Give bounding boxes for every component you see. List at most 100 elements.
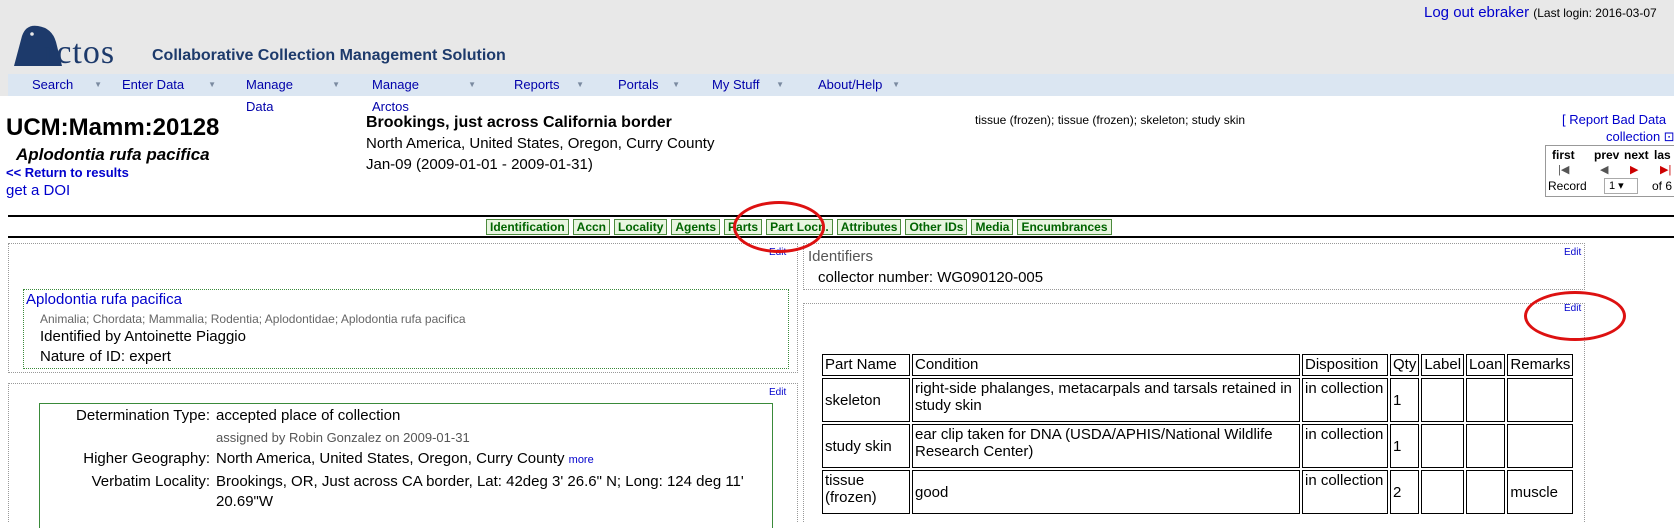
locality-geography: North America, United States, Oregon, Cu… xyxy=(366,135,715,152)
logout-area: Log out ebraker (Last login: 2016-03-07 xyxy=(1424,4,1657,21)
table-row: tissue (frozen) good in collection 2 mus… xyxy=(822,470,1574,514)
remarks-cell xyxy=(1507,424,1574,468)
locality-edit-link[interactable]: Edit xyxy=(769,387,786,398)
locality-title: Brookings, just across California border xyxy=(366,114,672,131)
col-condition: Condition xyxy=(912,354,1300,376)
dropdown-arrow-icon: ▼ xyxy=(332,80,340,89)
logout-link[interactable]: Log out ebraker xyxy=(1424,4,1529,21)
parts-table: Part Name Condition Disposition Qty Labe… xyxy=(820,352,1575,516)
last-record-icon[interactable]: ▶| xyxy=(1660,163,1671,176)
nav-label: My Stuff xyxy=(712,77,760,92)
locality-box: Determination Type: accepted place of co… xyxy=(39,403,773,528)
main-nav: Search ▼ Enter Data ▼ Manage Data ▼ Manage … xyxy=(8,74,1674,114)
table-row: study skin ear clip taken for DNA (USDA/… xyxy=(822,424,1574,468)
col-remarks: Remarks xyxy=(1507,354,1574,376)
collection-date: Jan-09 (2009-01-01 - 2009-01-31) xyxy=(366,156,593,173)
identification-scientific-name-link[interactable]: Aplodontia rufa pacifica xyxy=(26,291,182,308)
get-doi-link[interactable]: get a DOI xyxy=(6,182,70,199)
tab-accn[interactable]: Accn xyxy=(572,219,611,235)
identifiers-panel: Identifiers Edit collector number: WG090… xyxy=(803,243,1585,290)
label-cell xyxy=(1421,424,1465,468)
nav-label: Reports xyxy=(514,77,560,92)
label-cell xyxy=(1421,470,1465,514)
col-qty: Qty xyxy=(1390,354,1420,376)
last-login-text: (Last login: 2016-03-07 xyxy=(1533,6,1657,20)
col-loan: Loan xyxy=(1466,354,1506,376)
determination-type-value: accepted place of collection xyxy=(216,407,401,424)
loan-cell xyxy=(1466,470,1506,514)
pager-first-label: first xyxy=(1552,148,1575,162)
dropdown-arrow-icon: ▼ xyxy=(776,80,784,89)
identifiers-edit-link[interactable]: Edit xyxy=(1564,247,1581,258)
disposition-cell: in collection xyxy=(1302,470,1388,514)
col-disposition: Disposition xyxy=(1302,354,1388,376)
nav-label: Search xyxy=(32,77,74,92)
report-bad-data-link[interactable]: [ Report Bad Data xyxy=(1562,112,1666,127)
nav-reports[interactable]: Reports ▼ xyxy=(482,74,590,96)
condition-cell: ear clip taken for DNA (USDA/APHIS/Natio… xyxy=(912,424,1300,468)
part-name-cell: study skin xyxy=(822,424,910,468)
record-guid: UCM:Mamm:20128 xyxy=(6,114,220,141)
dropdown-arrow-icon: ▼ xyxy=(208,80,216,89)
tab-agents[interactable]: Agents xyxy=(671,219,721,235)
assigned-by-text: assigned by Robin Gonzalez on 2009-01-31 xyxy=(216,430,470,445)
label-cell xyxy=(1421,378,1465,422)
identification-panel: Edit Aplodontia rufa pacifica Animalia; … xyxy=(8,243,798,373)
verbatim-locality-label: Verbatim Locality: xyxy=(91,473,210,490)
disposition-cell: in collection xyxy=(1302,424,1388,468)
identifiers-title: Identifiers xyxy=(808,248,874,265)
taxonomy-text: Animalia; Chordata; Mammalia; Rodentia; … xyxy=(40,312,466,326)
higher-geography-value: North America, United States, Oregon, Cu… xyxy=(216,450,565,467)
tab-other-ids[interactable]: Other IDs xyxy=(905,219,968,235)
nav-label: Enter Data xyxy=(122,77,185,92)
next-record-icon[interactable]: ▶ xyxy=(1630,163,1638,176)
more-link[interactable]: more xyxy=(569,454,594,466)
nav-manage-arctos[interactable]: Manage Arctos ▼ xyxy=(346,74,482,114)
record-scientific-name: Aplodontia rufa pacifica xyxy=(16,145,210,164)
first-record-icon[interactable]: |◀ xyxy=(1558,163,1569,176)
disposition-cell: in collection xyxy=(1302,378,1388,422)
annotation-circle-parts-tab xyxy=(733,201,825,253)
nav-portals[interactable]: Portals ▼ xyxy=(590,74,686,96)
record-label: Record xyxy=(1548,179,1587,193)
arctos-wordmark[interactable]: rctos xyxy=(44,34,115,72)
parts-summary: tissue (frozen); tissue (frozen); skelet… xyxy=(975,113,1246,127)
collector-number: collector number: WG090120-005 xyxy=(818,269,1044,286)
remarks-cell: muscle xyxy=(1507,470,1574,514)
parts-header-row: Part Name Condition Disposition Qty Labe… xyxy=(822,354,1574,376)
tab-attributes[interactable]: Attributes xyxy=(836,219,902,235)
nav-label: About/Help xyxy=(818,77,883,92)
nav-my-stuff[interactable]: My Stuff ▼ xyxy=(686,74,790,96)
pager-prev-label: prev xyxy=(1594,148,1620,162)
loan-cell xyxy=(1466,424,1506,468)
return-to-results-link[interactable]: << Return to results xyxy=(6,165,129,180)
dropdown-arrow-icon: ▼ xyxy=(94,80,102,89)
nav-about-help[interactable]: About/Help ▼ xyxy=(790,74,906,96)
higher-geography-value-wrap: North America, United States, Oregon, Cu… xyxy=(216,450,594,467)
remarks-cell xyxy=(1507,378,1574,422)
tab-locality[interactable]: Locality xyxy=(614,219,668,235)
qty-cell: 2 xyxy=(1390,470,1420,514)
record-count: of 6 xyxy=(1652,179,1673,193)
nav-enter-data[interactable]: Enter Data ▼ xyxy=(108,74,222,96)
divider xyxy=(8,236,1674,238)
tab-identification[interactable]: Identification xyxy=(486,219,569,235)
nav-manage-data[interactable]: Manage Data ▼ xyxy=(222,74,346,114)
dropdown-arrow-icon: ▼ xyxy=(672,80,680,89)
divider xyxy=(8,215,1674,217)
nav-label: Portals xyxy=(618,77,659,92)
dropdown-arrow-icon: ▼ xyxy=(576,80,584,89)
prev-record-icon[interactable]: ◀ xyxy=(1600,163,1608,176)
condition-cell: good xyxy=(912,470,1300,514)
verbatim-locality-line1: Brookings, OR, Just across CA border, La… xyxy=(216,473,744,490)
tab-media[interactable]: Media xyxy=(971,219,1014,235)
nav-search[interactable]: Search ▼ xyxy=(8,74,108,96)
report-collection-link[interactable]: collection ⊡ xyxy=(1606,129,1674,145)
identification-box: Aplodontia rufa pacifica Animalia; Chord… xyxy=(23,289,789,369)
record-select[interactable]: 1 ▾ xyxy=(1604,178,1638,194)
pager-last-label: las xyxy=(1654,148,1671,162)
identified-by-text: Identified by Antoinette Piaggio xyxy=(40,328,246,345)
tab-encumbrances[interactable]: Encumbrances xyxy=(1017,219,1112,235)
nav-label: Manage Data xyxy=(246,77,293,114)
higher-geography-label: Higher Geography: xyxy=(83,450,210,467)
